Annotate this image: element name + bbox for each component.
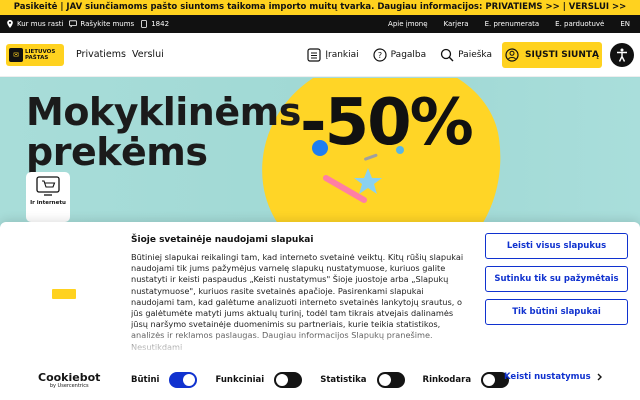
allow-selected-cookies-button[interactable]: Sutinku tik su pažymėtais	[485, 266, 628, 292]
find-us-link[interactable]: Kur mus rasti	[6, 20, 63, 28]
toggle-group-marketing: Rinkodara	[423, 372, 510, 388]
nav-business[interactable]: Verslui	[132, 49, 164, 60]
search-label: Paieška	[458, 49, 492, 60]
language-link[interactable]: EN	[620, 20, 630, 28]
lietuvos-pastas-logo[interactable]: ✉ LIETUVOS PAŠTAS	[6, 43, 64, 66]
search-button[interactable]: Paieška	[440, 48, 492, 62]
discount-text: -50%	[300, 86, 474, 160]
phone-icon	[141, 20, 148, 28]
hero-title-line1: Mokyklinėms	[26, 90, 301, 134]
logo-line1: LIETUVOS	[25, 48, 56, 55]
about-link[interactable]: Apie įmonę	[388, 20, 428, 28]
header-tools: Įrankiai ? Pagalba Paieška	[307, 47, 492, 62]
logo-line2: PAŠTAS	[25, 54, 49, 61]
toggle-group-statistics: Statistika	[320, 372, 405, 388]
toggle-knob	[183, 374, 196, 386]
phone-link[interactable]: 1842	[140, 20, 169, 28]
tools-button[interactable]: Įrankiai	[307, 47, 359, 62]
online-badge-label: Ir internetu	[30, 200, 66, 206]
toggle-knob	[276, 374, 289, 386]
main-nav: Privatiems Verslui	[76, 49, 164, 60]
send-parcel-label: SIŲSTI SIUNTĄ	[524, 49, 600, 60]
e-subscription-link[interactable]: E. prenumerata	[485, 20, 540, 28]
tools-icon	[307, 47, 321, 62]
search-icon	[441, 48, 454, 61]
accessibility-icon	[617, 48, 627, 62]
toggle-knob	[483, 374, 496, 386]
cookie-consent-dialog: Šioje svetainėje naudojami slapukai Būti…	[0, 222, 640, 400]
change-settings-label: Keisti nustatymus	[504, 372, 591, 382]
utility-bar: Kur mus rasti Rašykite mums 1842 Apie įm…	[0, 15, 640, 33]
functional-toggle[interactable]	[274, 372, 303, 388]
toggle-group-functional: Funkciniai	[215, 372, 303, 388]
main-header: ✉ LIETUVOS PAŠTAS Privatiems Verslui Įra…	[0, 33, 640, 77]
cookiebot-logo[interactable]: Cookiebot by Usercentrics	[38, 371, 100, 389]
find-us-label: Kur mus rasti	[17, 20, 64, 28]
cookie-text-fade	[131, 326, 465, 358]
announcement-bar[interactable]: Pasikeitė | JAV siunčiamoms pašto siunto…	[0, 0, 640, 15]
career-link[interactable]: Karjera	[444, 20, 469, 28]
hero-title-line2: prekėms	[26, 130, 208, 174]
e-shop-link[interactable]: E. parduotuvė	[555, 20, 604, 28]
toggle-knob	[378, 374, 391, 386]
send-parcel-button[interactable]: SIŲSTI SIUNTĄ	[502, 41, 602, 68]
chat-icon	[69, 20, 78, 28]
write-us-link[interactable]: Rašykite mums	[69, 20, 134, 28]
necessary-toggle[interactable]	[169, 372, 198, 388]
allow-all-cookies-button[interactable]: Leisti visus slapukus	[485, 233, 628, 259]
tools-label: Įrankiai	[325, 49, 359, 60]
svg-text:?: ?	[378, 51, 382, 60]
announcement-text[interactable]: Pasikeitė | JAV siunčiamoms pašto siunto…	[14, 2, 626, 12]
help-icon: ?	[373, 47, 387, 62]
phone-label: 1842	[151, 20, 170, 28]
nav-private[interactable]: Privatiems	[76, 49, 126, 60]
accessibility-button[interactable]	[610, 42, 634, 67]
utility-links: Apie įmonę Karjera E. prenumerata E. par…	[388, 20, 640, 28]
toggle-label-necessary: Būtini	[131, 375, 160, 385]
change-settings-link[interactable]: Keisti nustatymus	[504, 372, 603, 382]
hero-title: Mokyklinėms prekėms	[26, 92, 301, 172]
help-label: Pagalba	[390, 49, 427, 60]
cookiebot-by: by Usercentrics	[49, 383, 89, 389]
toggle-label-marketing: Rinkodara	[422, 375, 472, 385]
post-logo-icon: ✉	[9, 47, 23, 62]
cart-screen-icon	[36, 176, 60, 196]
toggle-group-necessary: Būtini	[131, 372, 198, 388]
user-icon	[505, 47, 519, 62]
statistics-toggle[interactable]	[376, 372, 405, 388]
cookie-category-toggles: Būtini Funkciniai Statistika Rinkodara	[131, 372, 527, 388]
chevron-right-icon	[597, 373, 602, 381]
necessary-only-button[interactable]: Tik būtini slapukai	[485, 299, 628, 325]
write-us-label: Rašykite mums	[80, 20, 135, 28]
promo-banner[interactable]: Mokyklinėms prekėms -50% Ir internetu	[0, 78, 640, 223]
toggle-label-functional: Funkciniai	[215, 375, 265, 385]
cookie-title: Šioje svetainėje naudojami slapukai	[131, 235, 314, 245]
cookie-dialog-logo	[52, 289, 76, 299]
location-pin-icon	[7, 20, 13, 28]
toggle-label-statistics: Statistika	[320, 375, 367, 385]
logo-text: LIETUVOS PAŠTAS	[25, 49, 55, 61]
help-button[interactable]: ? Pagalba	[373, 47, 427, 62]
online-badge: Ir internetu	[26, 172, 70, 222]
